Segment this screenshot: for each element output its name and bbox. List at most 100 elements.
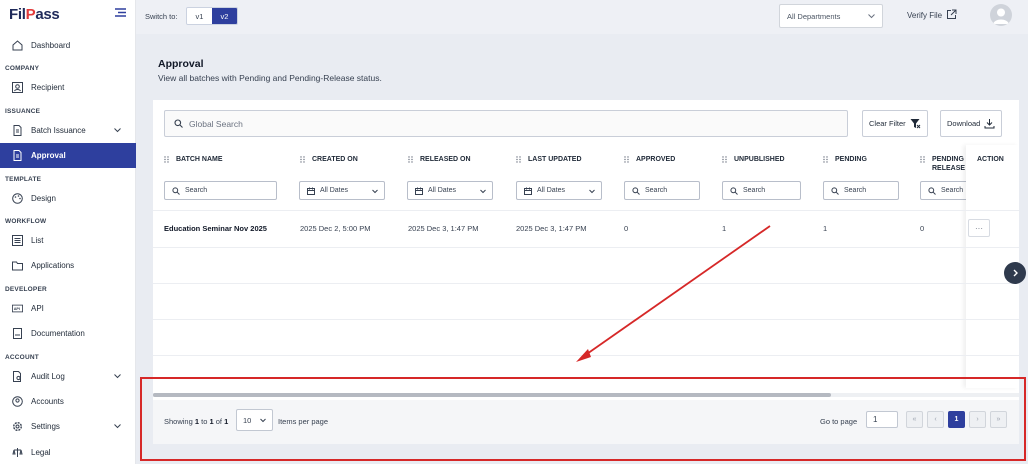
chevron-down-icon — [114, 128, 121, 133]
drag-handle-icon[interactable] — [722, 156, 727, 163]
sidebar-item-api[interactable]: API API — [0, 296, 136, 321]
avatar[interactable] — [990, 4, 1012, 26]
batch-document-icon — [12, 125, 23, 136]
palette-icon — [12, 193, 23, 204]
download-label: Download — [947, 119, 981, 128]
col-header-released-on[interactable]: RELEASED ON — [408, 155, 471, 164]
sidebar-item-label: Recipient — [31, 83, 65, 92]
scroll-right-button[interactable] — [1004, 262, 1026, 284]
calendar-icon — [307, 187, 315, 195]
filter-pending-release-input[interactable]: Search — [920, 181, 970, 200]
global-search-placeholder: Global Search — [189, 118, 243, 129]
drag-handle-icon[interactable] — [164, 156, 169, 163]
row-divider — [153, 355, 1019, 356]
sidebar-item-label: List — [31, 236, 44, 245]
calendar-icon — [415, 187, 423, 195]
gear-icon — [12, 421, 23, 432]
drag-handle-icon[interactable] — [920, 156, 925, 163]
filpass-logo[interactable]: FilPass — [9, 6, 60, 23]
cell-created-on: 2025 Dec 2, 5:00 PM — [300, 224, 371, 233]
filter-approved-input[interactable]: Search — [624, 181, 700, 200]
logo-text-2: P — [25, 6, 36, 23]
external-link-icon[interactable] — [946, 9, 957, 20]
col-header-label-line1: PENDING — [932, 156, 964, 163]
row-divider — [153, 319, 1019, 320]
row-divider — [153, 283, 1019, 284]
global-search-input[interactable]: Global Search — [164, 110, 848, 137]
filter-clear-icon — [910, 119, 921, 129]
scales-icon — [12, 447, 23, 458]
drag-handle-icon[interactable] — [408, 156, 413, 163]
sidebar-item-documentation[interactable]: Documentation — [0, 321, 136, 346]
section-template: TEMPLATE — [5, 176, 42, 183]
col-header-label-line2: RELEASE — [932, 165, 966, 172]
menu-collapse-icon[interactable] — [115, 8, 126, 17]
sidebar-item-settings[interactable]: Settings — [0, 414, 136, 439]
cell-pending-release: 0 — [920, 224, 925, 233]
filter-value: All Dates — [537, 187, 566, 194]
api-icon: API — [12, 303, 23, 314]
sidebar-item-list[interactable]: List — [0, 228, 136, 253]
filter-placeholder: Search — [185, 187, 208, 194]
filter-last-updated-select[interactable]: All Dates — [516, 181, 602, 200]
filter-value: All Dates — [428, 187, 457, 194]
row-action-menu-button[interactable]: ··· — [968, 219, 990, 237]
col-header-batch-name[interactable]: BATCH NAME — [164, 155, 223, 164]
col-header-unpublished[interactable]: UNPUBLISHED — [722, 155, 785, 164]
sidebar-item-design[interactable]: Design — [0, 186, 136, 211]
filter-batch-name-input[interactable]: Search — [164, 181, 277, 200]
drag-handle-icon[interactable] — [300, 156, 305, 163]
sidebar-item-audit-log[interactable]: Audit Log — [0, 364, 136, 389]
search-icon — [172, 186, 180, 195]
version-v2-button[interactable]: v2 — [212, 8, 237, 24]
sidebar-item-label: Audit Log — [31, 372, 65, 381]
col-header-last-updated[interactable]: LAST UPDATED — [516, 155, 582, 164]
sidebar-item-approval[interactable]: Approval — [0, 143, 136, 168]
version-v1-button[interactable]: v1 — [187, 8, 212, 24]
filter-created-on-select[interactable]: All Dates — [299, 181, 385, 200]
drag-handle-icon[interactable] — [516, 156, 521, 163]
col-header-label: PENDING RELEASE — [932, 155, 965, 173]
sidebar-item-applications[interactable]: Applications — [0, 253, 136, 278]
col-header-label: PENDING — [835, 156, 867, 163]
logo-text-3: ass — [35, 6, 60, 23]
drag-handle-icon[interactable] — [624, 156, 629, 163]
col-header-label: CREATED ON — [312, 156, 358, 163]
clear-filter-button[interactable]: Clear Filter — [862, 110, 928, 137]
sidebar-item-batch-issuance[interactable]: Batch Issuance — [0, 118, 136, 143]
chevron-down-icon — [114, 374, 121, 379]
filter-placeholder: Search — [844, 187, 867, 194]
folder-icon — [12, 260, 23, 271]
filter-pending-input[interactable]: Search — [823, 181, 899, 200]
sidebar-item-dashboard[interactable]: Dashboard — [0, 33, 136, 58]
version-toggle: v1 v2 — [186, 7, 238, 25]
col-header-pending-release[interactable]: PENDING RELEASE — [920, 155, 965, 173]
sidebar-item-accounts[interactable]: Accounts — [0, 389, 136, 414]
top-bar: Switch to: v1 v2 All Departments Verify … — [136, 0, 1028, 34]
sidebar-item-label: Batch Issuance — [31, 126, 86, 135]
col-header-label: BATCH NAME — [176, 156, 223, 163]
download-button[interactable]: Download — [940, 110, 1003, 137]
sidebar-item-label: Settings — [31, 422, 60, 431]
switch-label: Switch to: — [145, 12, 178, 21]
filter-unpublished-input[interactable]: Search — [722, 181, 801, 200]
documentation-icon — [12, 328, 23, 339]
drag-handle-icon[interactable] — [823, 156, 828, 163]
chevron-down-icon — [372, 189, 378, 194]
sidebar-item-label: Design — [31, 194, 56, 203]
col-header-pending[interactable]: PENDING — [823, 155, 867, 164]
cell-batch-name[interactable]: Education Seminar Nov 2025 — [164, 224, 267, 233]
clear-filter-label: Clear Filter — [869, 119, 906, 128]
section-company: COMPANY — [5, 65, 40, 72]
filter-released-on-select[interactable]: All Dates — [407, 181, 493, 200]
department-select[interactable]: All Departments — [779, 4, 883, 28]
row-divider — [153, 210, 1019, 211]
filter-value: All Dates — [320, 187, 349, 194]
verify-file-link[interactable]: Verify File — [907, 11, 942, 20]
sidebar-item-legal[interactable]: Legal — [0, 440, 136, 464]
sidebar-item-recipient[interactable]: Recipient — [0, 75, 136, 100]
row-divider — [153, 247, 1019, 248]
col-header-approved[interactable]: APPROVED — [624, 155, 675, 164]
section-developer: DEVELOPER — [5, 286, 47, 293]
col-header-created-on[interactable]: CREATED ON — [300, 155, 358, 164]
